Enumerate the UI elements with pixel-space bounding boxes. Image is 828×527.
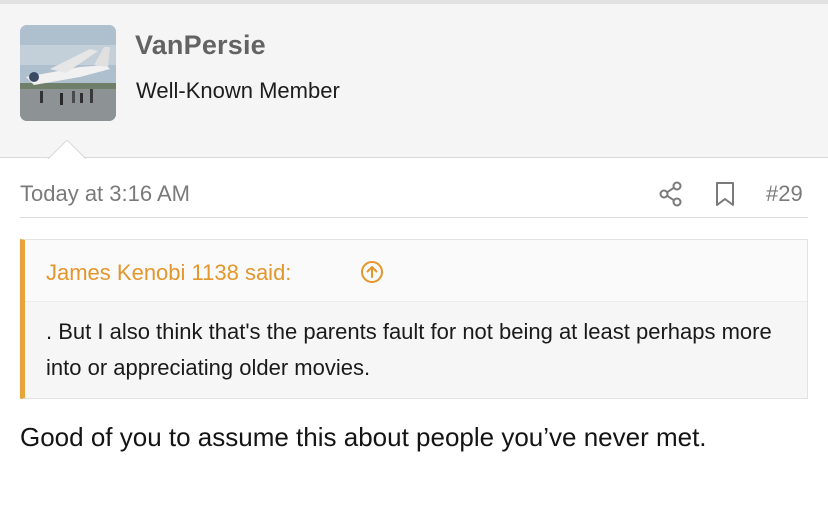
quote-text: . But I also think that's the parents fa… xyxy=(46,319,772,380)
post-pointer-arrow xyxy=(47,140,87,160)
arrow-up-circle-icon[interactable] xyxy=(360,260,384,284)
quote-block: James Kenobi 1138 said: . But I also thi… xyxy=(20,239,808,399)
avatar[interactable] xyxy=(20,25,116,121)
post-meta: Today at 3:16 AM #29 xyxy=(20,178,808,218)
post-number[interactable]: #29 xyxy=(766,181,803,207)
user-header: VanPersie Well-Known Member xyxy=(0,4,828,158)
share-icon[interactable] xyxy=(658,181,684,207)
post-body: Good of you to assume this about people … xyxy=(20,422,707,452)
bookmark-icon[interactable] xyxy=(714,181,736,207)
user-title: Well-Known Member xyxy=(136,78,340,103)
username[interactable]: VanPersie xyxy=(135,30,266,61)
quote-author[interactable]: James Kenobi 1138 said: xyxy=(46,260,291,286)
quote-header: James Kenobi 1138 said: xyxy=(25,240,807,302)
post-timestamp[interactable]: Today at 3:16 AM xyxy=(20,181,190,207)
